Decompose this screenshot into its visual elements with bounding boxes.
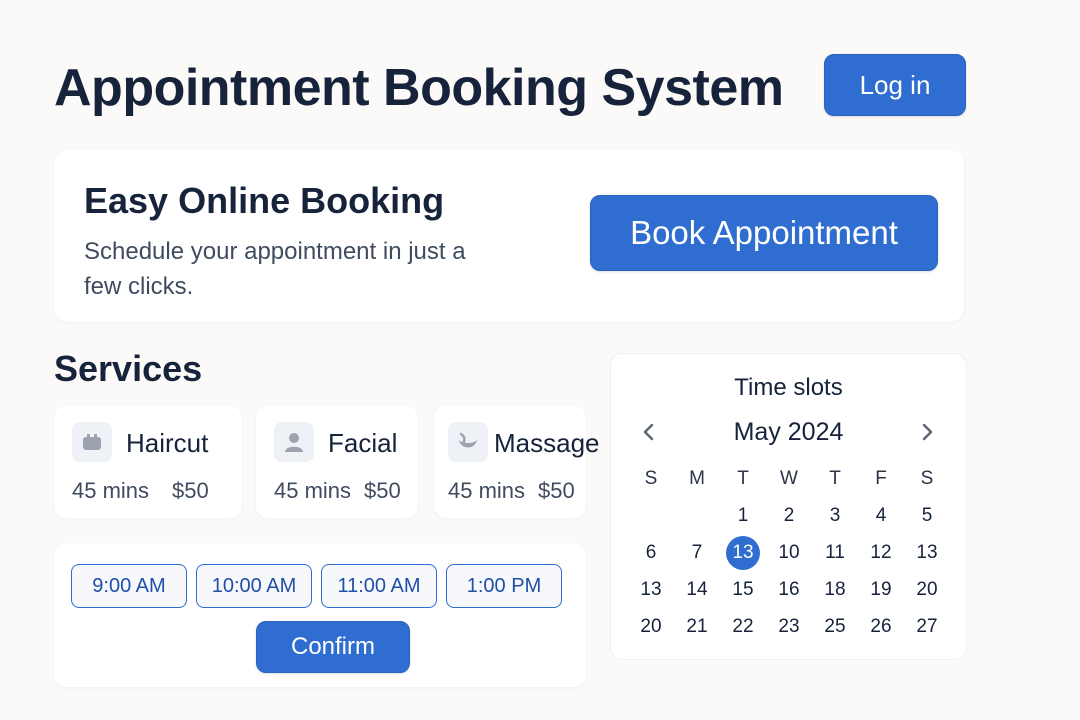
app-title: Appointment Booking System xyxy=(54,59,784,117)
day-number: 21 xyxy=(686,615,708,637)
service-duration: 45 mins xyxy=(448,478,526,503)
calendar-day[interactable]: 5 xyxy=(904,497,950,534)
service-price: $50 xyxy=(172,478,209,503)
day-number: 10 xyxy=(778,541,800,563)
day-number: 18 xyxy=(824,578,846,600)
calendar-day[interactable]: 7 xyxy=(674,534,720,571)
service-duration: 45 mins xyxy=(274,478,352,503)
time-slot-panel: 9:00 AM 10:00 AM 11:00 AM 1:00 PM Confir… xyxy=(54,543,586,687)
day-number: 14 xyxy=(686,578,708,600)
services-heading: Services xyxy=(54,348,203,389)
hero-title: Easy Online Booking xyxy=(84,180,445,221)
day-number: 7 xyxy=(691,541,703,563)
service-name: Massage xyxy=(494,428,600,458)
book-appointment-button[interactable]: Book Appointment xyxy=(590,195,938,271)
calendar-day[interactable]: 11 xyxy=(812,534,858,571)
day-number: 27 xyxy=(916,615,938,637)
hero-panel: Easy Online Booking Schedule your appoin… xyxy=(54,150,964,322)
login-button[interactable]: Log in xyxy=(824,54,966,116)
time-slot-button[interactable]: 9:00 AM xyxy=(71,564,187,608)
weekday-label: W xyxy=(780,467,798,489)
weekday-label: F xyxy=(875,467,887,489)
hero-subtitle: Schedule your appointment in just a few … xyxy=(84,238,466,300)
time-slot-button[interactable]: 1:00 PM xyxy=(446,564,562,608)
day-number: 20 xyxy=(640,615,662,637)
service-name: Facial xyxy=(328,428,398,458)
calendar-title: Time slots xyxy=(734,374,843,401)
calendar-day[interactable]: 19 xyxy=(858,571,904,608)
weekday-label: M xyxy=(689,467,705,489)
day-number: 22 xyxy=(732,615,754,637)
weekday-label: S xyxy=(920,467,934,489)
haircut-icon xyxy=(72,422,112,462)
day-number: 13 xyxy=(916,541,938,563)
day-number: 2 xyxy=(783,504,795,526)
service-name: Haircut xyxy=(126,428,209,458)
calendar: Time slots May 2024 S M T W T F S 1 2 3 4 5 6 7 13 10 11… xyxy=(610,353,967,660)
calendar-day[interactable]: 14 xyxy=(674,571,720,608)
calendar-day[interactable]: 4 xyxy=(858,497,904,534)
day-number: 11 xyxy=(825,541,845,563)
person-icon xyxy=(274,422,314,462)
calendar-day xyxy=(674,497,720,534)
day-number: 13 xyxy=(640,578,662,600)
time-slot-button[interactable]: 11:00 AM xyxy=(321,564,437,608)
day-number: 19 xyxy=(870,578,892,600)
massage-icon xyxy=(448,422,488,462)
day-number xyxy=(680,499,714,533)
calendar-day[interactable]: 13 xyxy=(904,534,950,571)
calendar-day[interactable]: 2 xyxy=(766,497,812,534)
chevron-right-icon[interactable] xyxy=(913,418,941,446)
service-price: $50 xyxy=(538,478,575,503)
weekday-label: S xyxy=(644,467,658,489)
calendar-day[interactable]: 25 xyxy=(812,608,858,645)
calendar-day[interactable]: 26 xyxy=(858,608,904,645)
weekday-label: T xyxy=(829,467,841,489)
day-number: 15 xyxy=(732,578,754,600)
service-card-haircut[interactable]: Haircut 45 mins $50 xyxy=(54,406,242,518)
day-number: 4 xyxy=(875,504,887,526)
day-number: 3 xyxy=(829,504,841,526)
day-number: 13 xyxy=(726,535,760,570)
service-price: $50 xyxy=(364,478,401,503)
weekday-label: T xyxy=(737,467,749,489)
calendar-day[interactable]: 15 xyxy=(720,571,766,608)
calendar-day[interactable]: 3 xyxy=(812,497,858,534)
calendar-day[interactable]: 20 xyxy=(904,571,950,608)
day-number: 25 xyxy=(824,615,846,637)
service-card-facial[interactable]: Facial 45 mins $50 xyxy=(256,406,418,518)
service-duration: 45 mins xyxy=(72,478,150,503)
day-number: 26 xyxy=(870,615,892,637)
day-number: 23 xyxy=(778,615,800,637)
day-number: 1 xyxy=(737,504,749,526)
calendar-day[interactable]: 20 xyxy=(628,608,674,645)
calendar-day[interactable]: 10 xyxy=(766,534,812,571)
calendar-day[interactable]: 6 xyxy=(628,534,674,571)
day-number: 16 xyxy=(778,578,800,600)
calendar-day[interactable]: 23 xyxy=(766,608,812,645)
day-number: 6 xyxy=(645,541,657,563)
calendar-day[interactable]: 21 xyxy=(674,608,720,645)
calendar-day-selected[interactable]: 13 xyxy=(720,534,766,571)
calendar-day[interactable]: 12 xyxy=(858,534,904,571)
day-number: 5 xyxy=(921,504,933,526)
calendar-day[interactable]: 13 xyxy=(628,571,674,608)
calendar-day xyxy=(628,497,674,534)
calendar-day[interactable]: 1 xyxy=(720,497,766,534)
calendar-grid: S M T W T F S 1 2 3 4 5 6 7 13 10 11 12 13 13 14 15 16 18 19 20 20… xyxy=(628,460,950,645)
calendar-day[interactable]: 22 xyxy=(720,608,766,645)
day-number xyxy=(634,499,668,533)
day-number: 12 xyxy=(870,541,892,563)
day-number: 20 xyxy=(916,578,938,600)
service-card-massage[interactable]: Massage 45 mins $50 xyxy=(434,406,600,518)
calendar-day[interactable]: 16 xyxy=(766,571,812,608)
calendar-day[interactable]: 18 xyxy=(812,571,858,608)
time-slot-button[interactable]: 10:00 AM xyxy=(196,564,312,608)
calendar-day[interactable]: 27 xyxy=(904,608,950,645)
confirm-button[interactable]: Confirm xyxy=(256,621,410,673)
